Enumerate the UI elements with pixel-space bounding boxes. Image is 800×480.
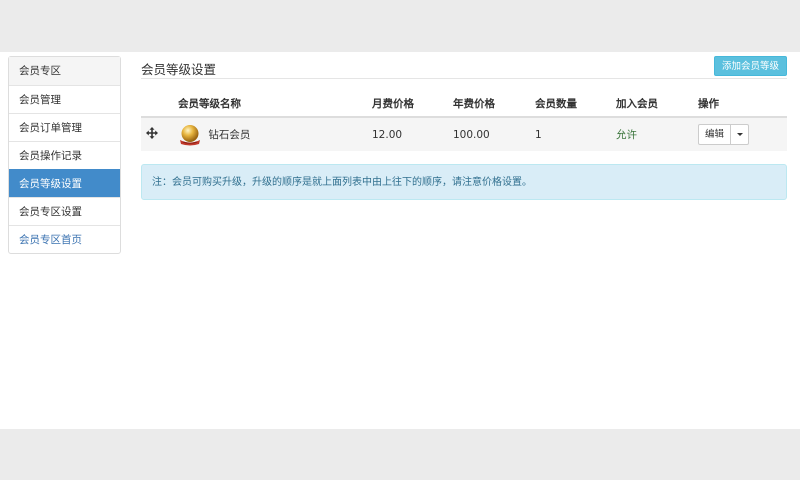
table-header-row: 会员等级名称 月费价格 年费价格 会员数量 加入会员 操作 <box>141 91 787 118</box>
sidebar-item-member-orders[interactable]: 会员订单管理 <box>9 113 120 141</box>
column-header-monthly-price: 月费价格 <box>372 91 453 118</box>
page-title: 会员等级设置 <box>141 62 217 77</box>
edit-dropdown-toggle[interactable] <box>731 125 748 144</box>
column-header-name: 会员等级名称 <box>178 91 372 118</box>
levels-table: 会员等级名称 月费价格 年费价格 会员数量 加入会员 操作 钻石会员 12.00… <box>141 91 787 151</box>
main-panel: 会员专区 会员管理 会员订单管理 会员操作记录 会员等级设置 会员专区设置 会员… <box>0 52 800 429</box>
column-header-drag <box>141 91 178 118</box>
notice-alert: 注：会员可购买升级，升级的顺序是就上面列表中由上往下的顺序，请注意价格设置。 <box>141 164 787 200</box>
edit-button[interactable]: 编辑 <box>699 125 732 144</box>
sidebar-item-zone-home[interactable]: 会员专区首页 <box>9 225 120 253</box>
yearly-price: 100.00 <box>453 117 535 151</box>
actions-cell: 编辑 <box>698 117 787 151</box>
sidebar-item-member-logs[interactable]: 会员操作记录 <box>9 141 120 169</box>
caret-down-icon <box>736 133 743 136</box>
column-header-member-count: 会员数量 <box>535 91 616 118</box>
table-row: 钻石会员 12.00 100.00 1 允许 编辑 <box>141 117 787 151</box>
sidebar-item-member-management[interactable]: 会员管理 <box>9 85 120 113</box>
gold-medal-icon <box>178 123 202 147</box>
column-header-yearly-price: 年费价格 <box>453 91 535 118</box>
level-name: 钻石会员 <box>208 128 251 141</box>
move-icon[interactable] <box>146 127 158 139</box>
page-header: 会员等级设置 添加会员等级 <box>141 52 787 79</box>
column-header-join: 加入会员 <box>616 91 698 118</box>
sidebar-item-zone-settings[interactable]: 会员专区设置 <box>9 197 120 225</box>
sidebar-item-member-levels[interactable]: 会员等级设置 <box>9 169 120 197</box>
add-level-button[interactable]: 添加会员等级 <box>713 56 787 76</box>
edit-button-group: 编辑 <box>698 124 750 145</box>
level-name-cell: 钻石会员 <box>178 117 372 151</box>
content-area: 会员等级设置 添加会员等级 会员等级名称 月费价格 年费价格 会员数量 加入会员… <box>141 52 787 200</box>
join-status: 允许 <box>616 117 698 151</box>
sidebar: 会员专区 会员管理 会员订单管理 会员操作记录 会员等级设置 会员专区设置 会员… <box>8 56 121 254</box>
sidebar-header: 会员专区 <box>9 57 120 85</box>
monthly-price: 12.00 <box>372 117 453 151</box>
column-header-actions: 操作 <box>698 91 787 118</box>
drag-cell <box>141 117 178 151</box>
member-count: 1 <box>535 117 616 151</box>
